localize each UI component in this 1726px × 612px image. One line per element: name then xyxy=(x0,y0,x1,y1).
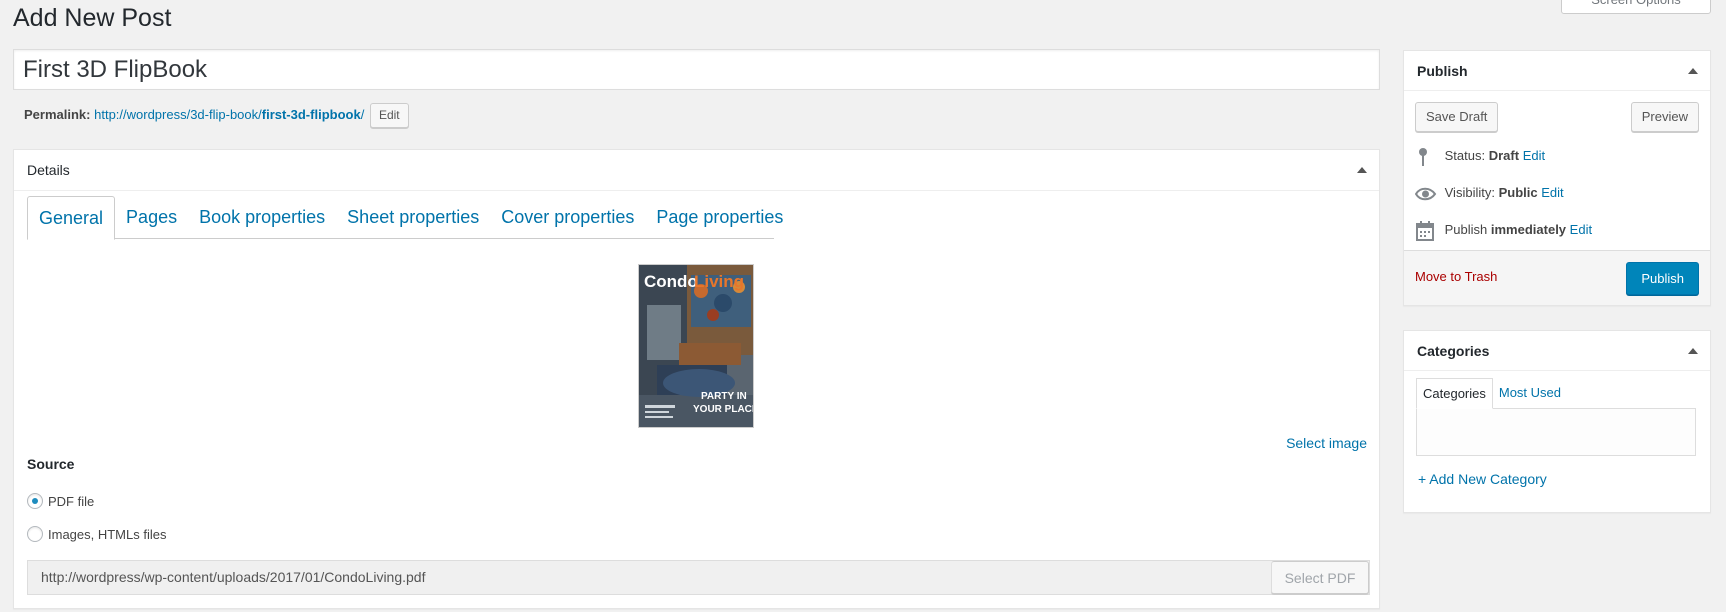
categories-tabs: Categories Most Used xyxy=(1416,378,1567,409)
status-label: Status: xyxy=(1444,148,1486,163)
collapse-arrow-icon[interactable] xyxy=(1688,68,1698,74)
source-label: Source xyxy=(27,456,75,472)
source-option-pdf[interactable]: PDF file xyxy=(27,492,94,512)
permalink: Permalink: http://wordpress/3d-flip-book… xyxy=(24,103,409,128)
status-row: Status: Draft Edit xyxy=(1415,146,1545,167)
status-value: Draft xyxy=(1488,148,1520,163)
add-new-category-link[interactable]: + Add New Category xyxy=(1418,471,1547,487)
pin-icon xyxy=(1419,147,1427,166)
pdf-url-value: http://wordpress/wp-content/uploads/2017… xyxy=(41,569,426,585)
select-image-link[interactable]: Select image xyxy=(1286,435,1367,451)
edit-visibility-link[interactable]: Edit xyxy=(1541,185,1563,200)
radio-pdf-file-label: PDF file xyxy=(48,494,95,509)
categories-box: Categories Categories Most Used + Add New… xyxy=(1403,330,1711,513)
move-to-trash-link[interactable]: Move to Trash xyxy=(1415,269,1497,284)
tab-sheet-properties[interactable]: Sheet properties xyxy=(336,196,490,239)
calendar-icon xyxy=(1416,220,1434,241)
pdf-url-field[interactable]: http://wordpress/wp-content/uploads/2017… xyxy=(27,560,1370,595)
publish-date-label: Publish xyxy=(1444,222,1488,237)
edit-publish-date-link[interactable]: Edit xyxy=(1570,222,1592,237)
publish-box: Publish Save Draft Preview Status: Draft… xyxy=(1403,50,1711,306)
source-option-images[interactable]: Images, HTMLs files xyxy=(27,525,166,545)
tab-general[interactable]: General xyxy=(27,196,116,240)
visibility-label: Visibility: xyxy=(1444,185,1495,200)
cover-brand-a: Condo xyxy=(644,272,698,291)
tab-page-properties[interactable]: Page properties xyxy=(645,196,794,239)
cover-brand-b: Living xyxy=(694,272,744,291)
publish-date-row: Publish immediately Edit xyxy=(1415,220,1592,241)
visibility-row: Visibility: Public Edit xyxy=(1415,183,1564,204)
categories-checklist xyxy=(1416,408,1696,456)
collapse-arrow-icon[interactable] xyxy=(1357,167,1367,173)
permalink-base: http://wordpress/3d-flip-book/ xyxy=(94,106,262,122)
eye-icon xyxy=(1415,187,1437,200)
cover-headline-1: PARTY IN xyxy=(701,391,747,402)
radio-images-htmls[interactable] xyxy=(27,526,43,542)
save-draft-button[interactable]: Save Draft xyxy=(1415,102,1499,132)
permalink-link[interactable]: http://wordpress/3d-flip-book/first-3d-f… xyxy=(94,107,364,122)
permalink-end: / xyxy=(360,106,365,122)
preview-button[interactable]: Preview xyxy=(1630,102,1699,132)
visibility-value: Public xyxy=(1498,185,1538,200)
permalink-slug: first-3d-flipbook xyxy=(261,106,361,122)
details-heading: Details xyxy=(27,162,70,178)
categories-box-header[interactable]: Categories xyxy=(1404,331,1710,371)
collapse-arrow-icon[interactable] xyxy=(1688,348,1698,354)
cover-image: Condo Living PARTY IN YOUR PLACE xyxy=(639,265,754,427)
radio-pdf-file[interactable] xyxy=(27,493,43,509)
tab-cover-properties[interactable]: Cover properties xyxy=(490,196,645,239)
details-box: Details General Pages Book properties Sheet… xyxy=(13,149,1380,609)
categories-heading: Categories xyxy=(1417,343,1490,359)
edit-permalink-button[interactable]: Edit xyxy=(369,103,409,128)
publish-button[interactable]: Publish xyxy=(1626,262,1699,295)
publish-actions: Move to Trash Publish xyxy=(1404,250,1710,305)
screen-options-button[interactable]: Screen Options xyxy=(1561,0,1711,14)
tab-pages[interactable]: Pages xyxy=(115,196,188,239)
select-pdf-button[interactable]: Select PDF xyxy=(1271,561,1369,594)
permalink-label: Permalink: xyxy=(24,106,91,122)
cover-thumbnail: Condo Living PARTY IN YOUR PLACE xyxy=(638,264,754,428)
details-box-header[interactable]: Details xyxy=(14,150,1379,191)
edit-status-link[interactable]: Edit xyxy=(1523,148,1545,163)
tab-most-used[interactable]: Most Used xyxy=(1493,378,1567,409)
post-title-input[interactable]: First 3D FlipBook xyxy=(13,49,1380,90)
publish-box-header[interactable]: Publish xyxy=(1404,51,1710,91)
tab-book-properties[interactable]: Book properties xyxy=(188,196,336,239)
publish-heading: Publish xyxy=(1417,63,1468,79)
details-tabs: General Pages Book properties Sheet propert… xyxy=(27,196,783,240)
radio-images-htmls-label: Images, HTMLs files xyxy=(48,527,167,542)
publish-date-value: immediately xyxy=(1490,222,1567,237)
page-title: Add New Post xyxy=(13,4,172,32)
cover-headline-2: YOUR PLACE xyxy=(693,404,754,415)
tab-all-categories[interactable]: Categories xyxy=(1416,378,1493,409)
